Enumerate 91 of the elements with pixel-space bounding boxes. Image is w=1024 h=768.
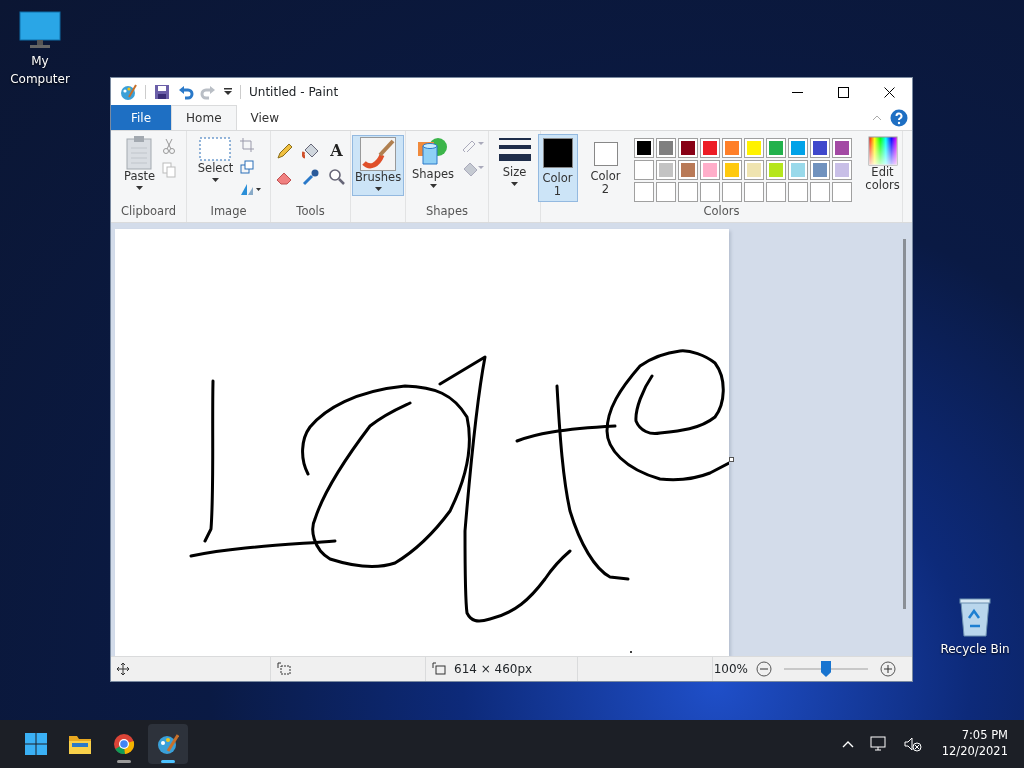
move-cursor-icon bbox=[117, 663, 129, 675]
fill-icon bbox=[461, 160, 485, 176]
palette-swatch[interactable] bbox=[743, 160, 764, 180]
taskbar-button[interactable] bbox=[148, 724, 188, 764]
palette-swatch[interactable] bbox=[655, 138, 676, 158]
icon-label: Recycle Bin bbox=[940, 642, 1010, 656]
select-button[interactable]: Select bbox=[194, 134, 237, 188]
dropdown-caret-icon bbox=[374, 187, 382, 192]
paste-button[interactable]: Paste bbox=[120, 134, 158, 196]
image-size-text: 614 × 460px bbox=[454, 661, 533, 678]
palette-swatch[interactable] bbox=[721, 138, 742, 158]
palette-swatch[interactable] bbox=[787, 138, 808, 158]
monitor-icon[interactable] bbox=[18, 10, 62, 50]
selection-rectangle-icon bbox=[199, 136, 232, 162]
ribbon-tab[interactable]: Home bbox=[171, 105, 237, 130]
dropdown-caret-icon bbox=[136, 186, 143, 191]
clock-time[interactable]: 7:05 PM bbox=[961, 728, 1008, 744]
speaker-muted-icon[interactable] bbox=[903, 736, 922, 752]
zoom-in-icon[interactable] bbox=[880, 661, 896, 677]
zoom-percent: 100% bbox=[713, 661, 748, 678]
palette-swatch[interactable] bbox=[831, 160, 852, 180]
shapes-icon bbox=[417, 136, 449, 168]
group-label: Clipboard bbox=[121, 202, 176, 220]
slider-thumb[interactable] bbox=[821, 661, 831, 677]
recycle-bin-icon[interactable] bbox=[957, 596, 993, 638]
color-picker-icon[interactable] bbox=[301, 168, 320, 186]
resize-handle[interactable] bbox=[729, 457, 734, 462]
group-label: Shapes bbox=[426, 202, 468, 220]
palette-swatch[interactable] bbox=[699, 138, 720, 158]
save-icon[interactable] bbox=[154, 84, 170, 100]
palette-swatch[interactable] bbox=[765, 160, 786, 180]
group-label: Tools bbox=[296, 202, 325, 220]
palette-swatch[interactable] bbox=[677, 160, 698, 180]
redo-icon bbox=[200, 84, 216, 100]
ribbon-tab[interactable]: View bbox=[236, 105, 293, 130]
image-size-icon bbox=[432, 662, 446, 676]
text-tool-button[interactable]: A bbox=[327, 142, 346, 160]
icon-label: My Computer bbox=[10, 54, 70, 86]
palette-icon bbox=[157, 733, 179, 755]
maximize-icon bbox=[837, 86, 849, 98]
window-title: Untitled - Paint bbox=[249, 84, 339, 101]
undo-icon[interactable] bbox=[178, 84, 194, 100]
palette-swatch[interactable] bbox=[633, 138, 654, 158]
brushes-button[interactable]: Brushes bbox=[351, 135, 405, 197]
selection-size-icon bbox=[277, 662, 291, 676]
pencil-icon[interactable] bbox=[275, 142, 294, 160]
dropdown-caret-icon bbox=[429, 184, 437, 189]
clipboard-icon bbox=[126, 136, 153, 170]
brush-icon bbox=[360, 137, 396, 171]
help-icon[interactable] bbox=[890, 108, 908, 127]
group-label: Colors bbox=[703, 202, 740, 220]
outline-icon bbox=[461, 138, 485, 152]
resize-icon[interactable] bbox=[240, 160, 255, 174]
collapse-caret-icon[interactable] bbox=[872, 114, 882, 121]
palette-swatch[interactable] bbox=[633, 160, 654, 180]
file-menu-button[interactable]: File bbox=[111, 105, 172, 130]
color-slot-button[interactable]: Color 2 bbox=[585, 134, 626, 201]
magnifier-icon[interactable] bbox=[327, 168, 346, 186]
palette-swatch[interactable] bbox=[787, 160, 808, 180]
browser-icon bbox=[113, 733, 135, 755]
palette-swatch[interactable] bbox=[809, 138, 830, 158]
palette-swatch[interactable] bbox=[655, 160, 676, 180]
crop-icon[interactable] bbox=[240, 138, 255, 152]
palette-swatch[interactable] bbox=[677, 138, 698, 158]
shapes-button[interactable]: Shapes bbox=[409, 134, 457, 194]
edit-colors-button[interactable]: Edit colors bbox=[859, 134, 906, 195]
palette-swatch[interactable] bbox=[743, 138, 764, 158]
palette-swatch[interactable] bbox=[809, 160, 830, 180]
spectrum-icon bbox=[867, 136, 898, 166]
close-icon bbox=[883, 86, 895, 98]
dropdown-caret-icon bbox=[212, 178, 219, 183]
paint-bucket-icon[interactable] bbox=[301, 142, 320, 160]
clock-date[interactable]: 12/20/2021 bbox=[941, 744, 1008, 760]
windows-logo-icon bbox=[25, 733, 47, 755]
palette-swatch[interactable] bbox=[765, 138, 786, 158]
dropdown-caret-icon bbox=[511, 182, 518, 187]
palette-icon[interactable] bbox=[119, 83, 137, 101]
size-button[interactable]: Size bbox=[495, 134, 534, 192]
rotate-icon[interactable] bbox=[240, 182, 263, 196]
color-slot-button[interactable]: Color 1 bbox=[537, 134, 578, 203]
dropdown-caret-icon[interactable] bbox=[224, 88, 232, 96]
scrollbar-thumb[interactable] bbox=[903, 239, 906, 609]
network-icon[interactable] bbox=[869, 736, 888, 752]
palette-swatch[interactable] bbox=[699, 160, 720, 180]
scissors-icon[interactable] bbox=[162, 138, 176, 154]
folder-icon bbox=[69, 733, 91, 755]
palette-swatch[interactable] bbox=[831, 138, 852, 158]
group-label: Image bbox=[210, 202, 247, 220]
palette-swatch[interactable] bbox=[721, 160, 742, 180]
zoom-out-icon[interactable] bbox=[756, 661, 772, 677]
chevron-up-icon[interactable] bbox=[841, 740, 854, 748]
